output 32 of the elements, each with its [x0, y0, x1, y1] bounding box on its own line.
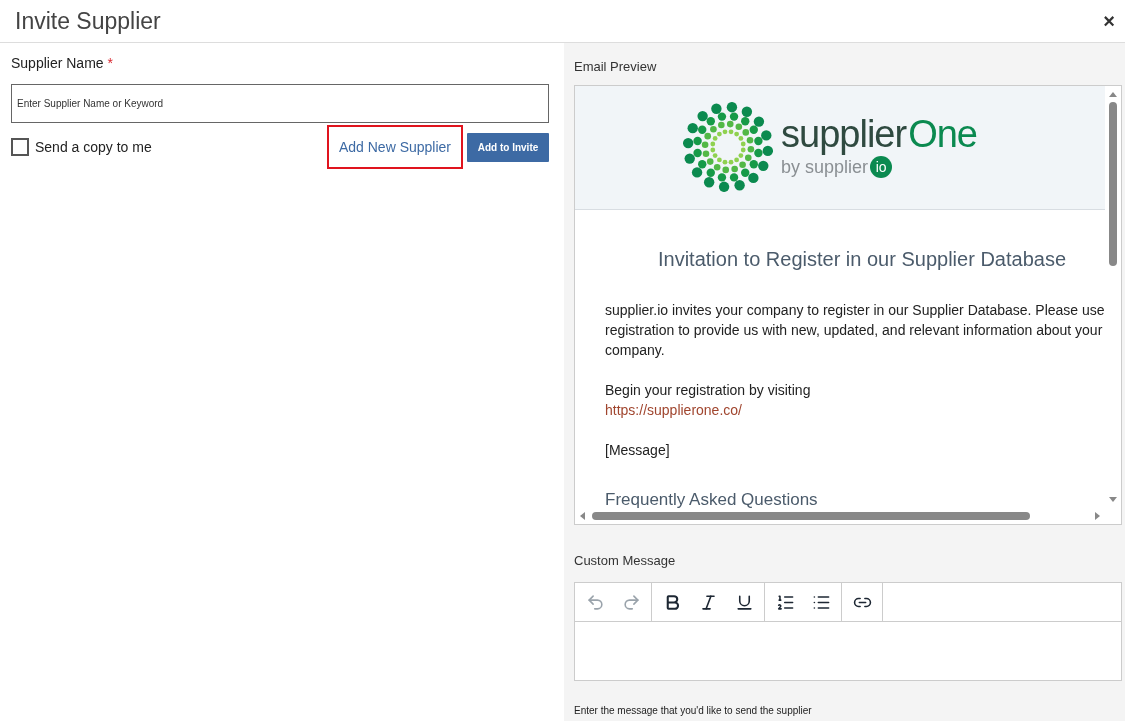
field-label: Supplier Name [11, 54, 104, 73]
logo-wordmark: supplier [781, 113, 907, 154]
add-to-invite-button[interactable]: Add to Invite [467, 132, 549, 162]
scrollbar-thumb[interactable] [1109, 101, 1117, 266]
registration-link[interactable]: https://supplierone.co/ [605, 399, 1105, 420]
scroll-left-icon[interactable] [578, 510, 586, 521]
email-subheading: Frequently Asked Questions [605, 489, 819, 508]
redo-icon [621, 592, 641, 612]
logo-badge: io [870, 156, 893, 178]
scroll-right-icon[interactable] [1094, 510, 1102, 521]
logo-wordmark-accent: One [908, 113, 977, 154]
hint-text: Enter the message that you'd like to send the supplier [574, 704, 813, 718]
undo-icon [585, 592, 605, 612]
logo-mark-icon [683, 102, 774, 192]
dialog-title: Invite Supplier [15, 6, 161, 36]
scrollbar-thumb[interactable] [592, 511, 1030, 520]
checkbox-label: Send a copy to me [35, 137, 152, 157]
numbered-list-icon [775, 592, 795, 612]
section-label: Email Preview [574, 58, 658, 76]
email-paragraph: [Message] [605, 440, 671, 460]
supplier-name-field[interactable]: Enter Supplier Name or Keyword [11, 84, 549, 123]
email-heading: Invitation to Register in our Supplier Database [658, 246, 1067, 272]
email-paragraph: Begin your registration by visiting [605, 380, 812, 400]
section-label: Custom Message [574, 551, 677, 570]
send-copy-checkbox[interactable] [11, 138, 29, 156]
required-mark: * [107, 54, 114, 73]
logo-byline: by supplier [781, 155, 869, 179]
scroll-down-icon[interactable] [1108, 495, 1118, 504]
close-button[interactable]: × [1103, 11, 1115, 31]
underline-icon [734, 592, 754, 612]
email-paragraph: supplier.io invites your company to register in our Supplier Database. Please use registration to provide us with new, updated, and relevant information about your company. [605, 300, 1105, 360]
add-new-supplier-link[interactable]: Add New Supplier [326, 125, 463, 169]
